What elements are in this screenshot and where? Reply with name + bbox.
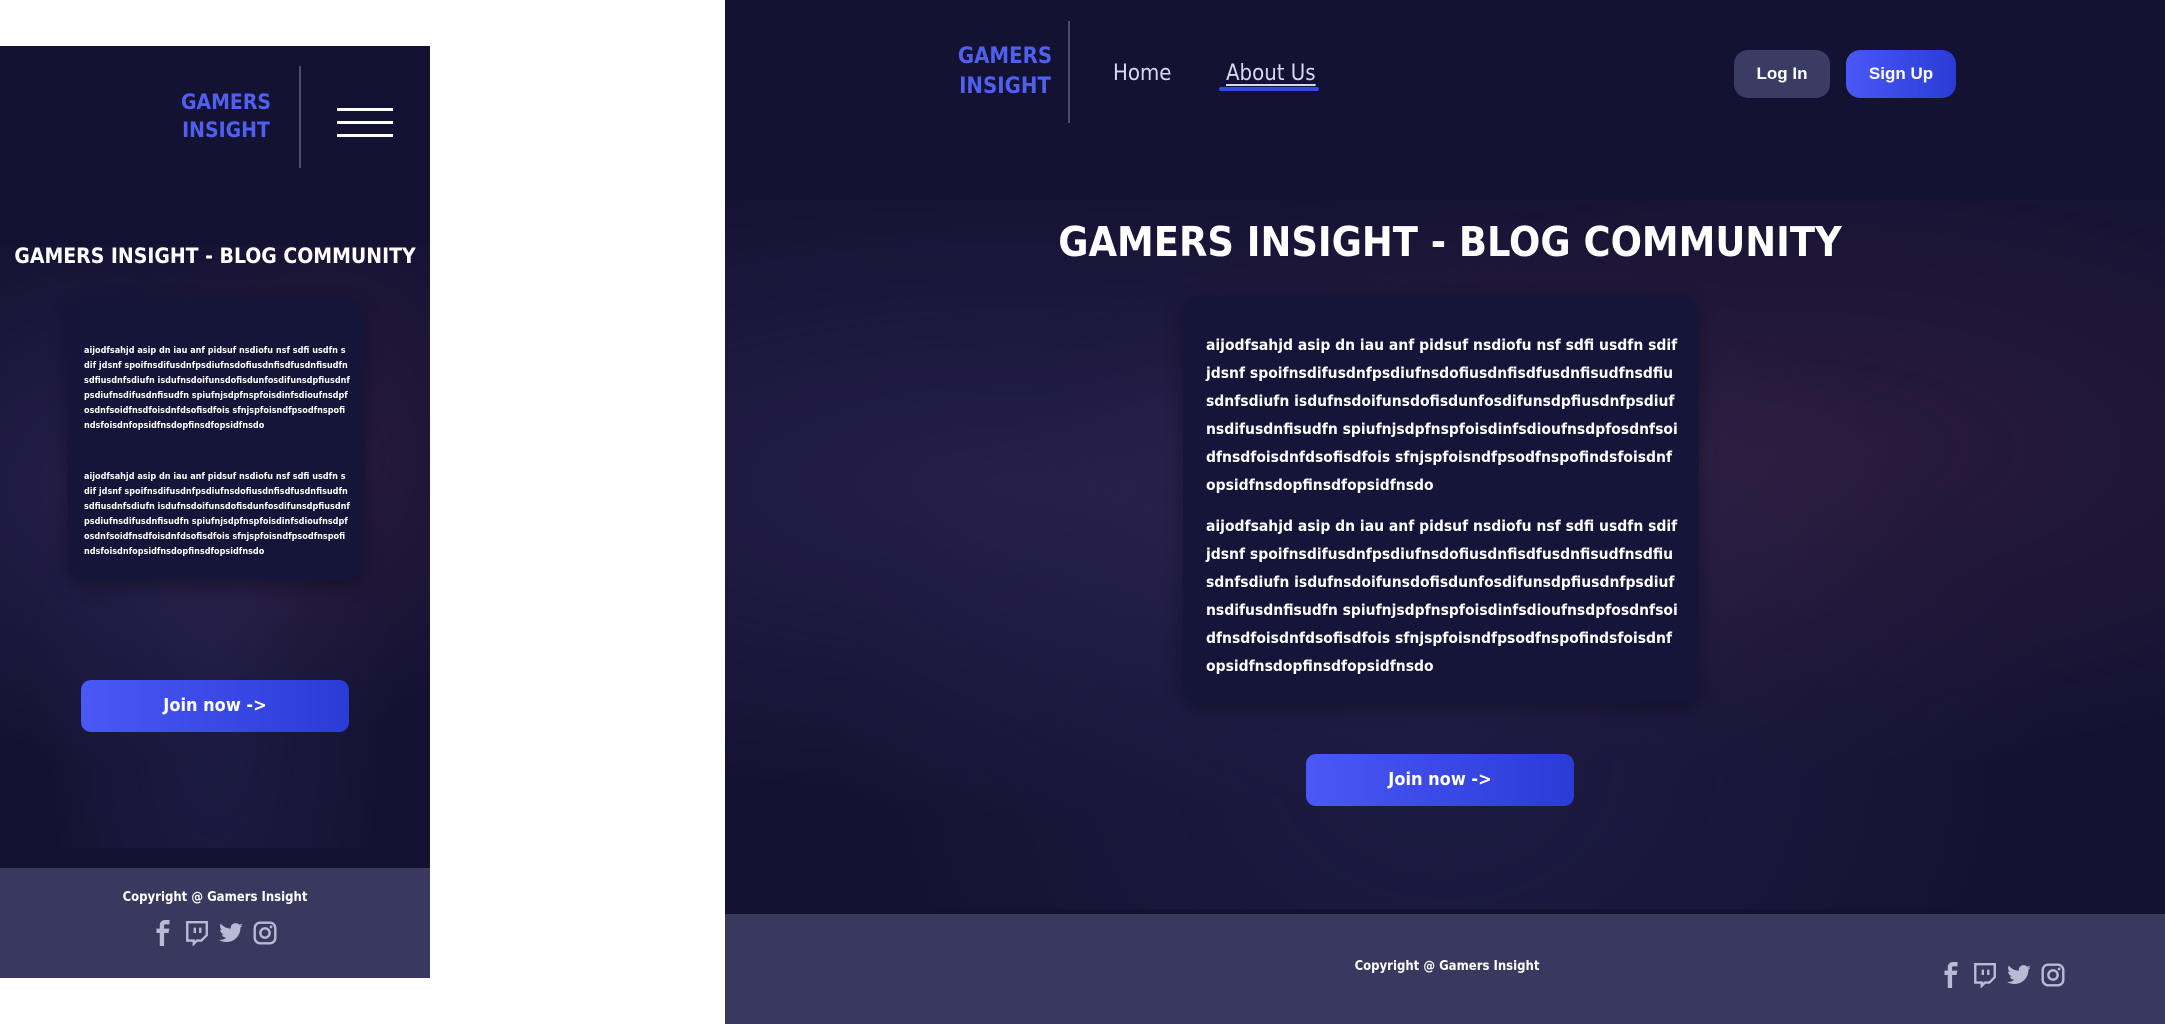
active-nav-indicator — [1219, 87, 1319, 91]
join-now-button[interactable]: Join now -> — [1306, 754, 1574, 806]
copyright-text: Copyright @ Gamers Insight — [122, 890, 308, 905]
social-links — [1938, 962, 2066, 988]
brand-logo[interactable]: GAMERS INSIGHT — [955, 42, 1055, 101]
brand-line-1: GAMERS — [181, 90, 271, 114]
login-button[interactable]: Log In — [1734, 50, 1830, 98]
paragraph-2: aijodfsahjd asip dn iau anf pidsuf nsdio… — [84, 472, 350, 557]
twitter-icon[interactable] — [218, 920, 244, 946]
social-links — [150, 920, 278, 946]
footer: Copyright @ Gamers Insight — [0, 868, 430, 978]
header-divider — [1068, 21, 1070, 123]
twitter-icon[interactable] — [2006, 962, 2032, 988]
footer: Copyright @ Gamers Insight — [725, 914, 2165, 1024]
mobile-view: GAMERS INSIGHT GAMERS INSIGHT - BLOG COM… — [0, 46, 430, 978]
nav-home[interactable]: Home — [1113, 61, 1171, 86]
content-card: aijodfsahjd asip dn iau anf pidsuf nsdio… — [1183, 295, 1699, 703]
nav-about-us[interactable]: About Us — [1226, 61, 1316, 86]
twitch-icon[interactable] — [184, 920, 210, 946]
facebook-icon[interactable] — [1938, 962, 1964, 988]
hamburger-menu-icon[interactable] — [337, 108, 393, 138]
brand-line-2: INSIGHT — [959, 73, 1051, 99]
page-title: GAMERS INSIGHT - BLOG COMMUNITY — [14, 244, 416, 268]
join-now-button[interactable]: Join now -> — [81, 680, 349, 732]
brand-line-1: GAMERS — [957, 44, 1053, 69]
brand-line-2: INSIGHT — [182, 118, 270, 143]
instagram-icon[interactable] — [252, 920, 278, 946]
desktop-view: GAMERS INSIGHT Home About Us Log In Sign… — [725, 0, 2165, 1024]
content-card: aijodfsahjd asip dn iau anf pidsuf nsdio… — [68, 298, 364, 580]
header-divider — [299, 66, 301, 168]
paragraph-2: aijodfsahjd asip dn iau anf pidsuf nsdio… — [1206, 517, 1678, 675]
paragraph-1: aijodfsahjd asip dn iau anf pidsuf nsdio… — [1206, 336, 1678, 494]
twitch-icon[interactable] — [1972, 962, 1998, 988]
facebook-icon[interactable] — [150, 920, 176, 946]
page-title: GAMERS INSIGHT - BLOG COMMUNITY — [1058, 218, 1842, 266]
paragraph-1: aijodfsahjd asip dn iau anf pidsuf nsdio… — [84, 346, 350, 431]
instagram-icon[interactable] — [2040, 962, 2066, 988]
signup-button[interactable]: Sign Up — [1846, 50, 1956, 98]
brand-logo[interactable]: GAMERS INSIGHT — [176, 88, 276, 145]
